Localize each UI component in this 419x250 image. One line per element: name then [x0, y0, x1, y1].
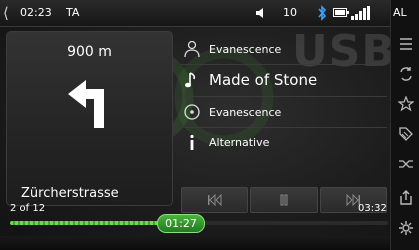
- music-note-icon: [181, 69, 203, 91]
- artist-row: Evanescence: [181, 35, 387, 63]
- rail-label: AL: [393, 6, 407, 19]
- track-duration: 03:32: [358, 203, 387, 214]
- genre-name: Alternative: [209, 135, 270, 149]
- genre-row: Alternative: [181, 128, 387, 156]
- clock: 02:23: [20, 6, 52, 19]
- album-name: Evanescence: [209, 105, 282, 119]
- side-rail: AL: [390, 0, 419, 250]
- favorite-button[interactable]: [394, 92, 418, 116]
- pause-icon: [280, 194, 288, 206]
- export-button[interactable]: [394, 186, 418, 210]
- person-icon: [181, 38, 203, 60]
- list-icon: [400, 38, 412, 50]
- media-screen: ⟨ 02:23 TA 10 USB 900 m Zürcherstrasse E…: [0, 0, 419, 250]
- navigation-card[interactable]: 900 m Zürcherstrasse: [6, 31, 173, 206]
- pause-button[interactable]: [250, 187, 318, 213]
- artist-name: Evanescence: [209, 42, 282, 56]
- album-row: Evanescence: [181, 98, 387, 126]
- divider: [181, 96, 387, 97]
- track-position: 2 of 12: [10, 203, 46, 214]
- turn-left-arrow-icon: [68, 80, 104, 128]
- shuffle-icon: [399, 160, 413, 168]
- street-name: Zürcherstrasse: [21, 186, 119, 201]
- shuffle-button[interactable]: [394, 152, 418, 176]
- tag-icon: [399, 127, 413, 141]
- tag-button[interactable]: [394, 122, 418, 146]
- bottom-bezel: [0, 236, 390, 250]
- repeat-button[interactable]: [394, 62, 418, 86]
- title-row: Made of Stone: [181, 66, 387, 94]
- track-title: Made of Stone: [209, 71, 318, 89]
- status-bar: ⟨ 02:23 TA 10: [0, 0, 419, 27]
- progress-knob[interactable]: 01:27: [157, 214, 205, 233]
- export-icon: [400, 190, 412, 205]
- skip-back-icon: [207, 194, 222, 206]
- settings-button[interactable]: [394, 216, 418, 240]
- transport-controls: [181, 187, 387, 213]
- repeat-icon: [400, 67, 412, 81]
- settings-icon: [399, 221, 413, 235]
- skip-back-button[interactable]: [181, 187, 249, 213]
- info-icon: [181, 131, 203, 153]
- turn-distance: 900 m: [67, 44, 112, 60]
- traffic-announcement-indicator[interactable]: TA: [66, 6, 79, 19]
- bluetooth-icon: [318, 5, 327, 21]
- signal-bars-icon: [351, 6, 370, 20]
- speaker-icon: [256, 8, 263, 18]
- chevron-left-icon[interactable]: ⟨: [3, 4, 9, 22]
- divider: [181, 64, 387, 65]
- progress-fill: [10, 221, 165, 225]
- star-icon: [398, 96, 414, 112]
- volume-level: 10: [283, 6, 297, 19]
- list-button[interactable]: [394, 32, 418, 56]
- disc-icon: [181, 101, 203, 123]
- battery-icon: [333, 8, 349, 17]
